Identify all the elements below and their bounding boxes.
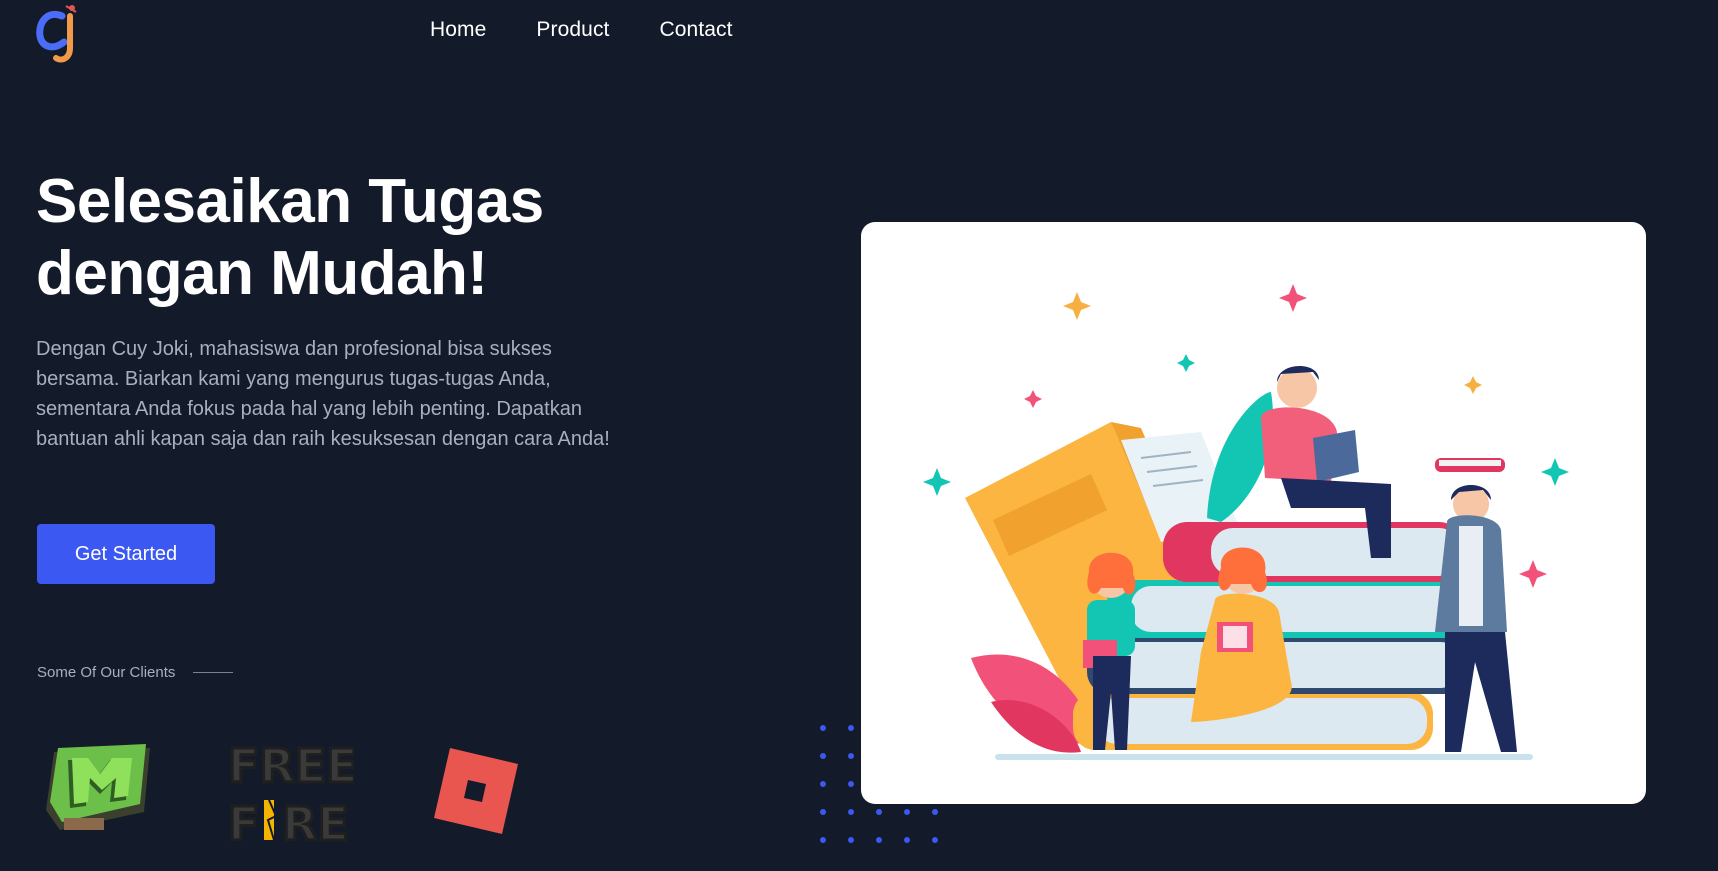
svg-text:F: F — [228, 797, 259, 850]
svg-text:RE: RE — [282, 797, 349, 850]
main-nav: Home Product Contact — [430, 18, 733, 42]
roblox-logo — [430, 746, 520, 836]
get-started-button[interactable]: Get Started — [37, 524, 215, 584]
nav-contact[interactable]: Contact — [660, 18, 733, 42]
free-fire-logo: FREE F RE — [224, 736, 360, 853]
nav-product[interactable]: Product — [536, 18, 609, 42]
clients-label-divider — [193, 672, 234, 673]
hero-title-line2: dengan Mudah! — [36, 239, 488, 308]
hero-description: Dengan Cuy Joki, mahasiswa dan profesion… — [36, 338, 610, 450]
nav-home[interactable]: Home — [430, 18, 486, 42]
hero-title-line1: Selesaikan Tugas — [36, 167, 544, 236]
minecraft-logo: M — [40, 740, 160, 840]
cj-logo-icon[interactable] — [36, 2, 86, 64]
hero-title: Selesaikan Tugas dengan Mudah! — [36, 166, 676, 310]
hero-illustration-card — [861, 222, 1646, 804]
svg-text:FREE: FREE — [228, 739, 354, 793]
clients-label-text: Some Of Our Clients — [37, 664, 176, 681]
clients-label: Some Of Our Clients — [37, 664, 234, 681]
students-with-books-illustration — [923, 284, 1569, 760]
